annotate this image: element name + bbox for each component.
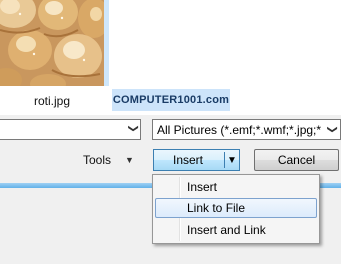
selection-highlight-edge [104,0,109,86]
insert-split-button[interactable]: Insert ▼ [153,149,240,171]
chevron-down-icon[interactable]: ❯ [326,123,338,134]
menu-item-label: Link to File [187,201,246,215]
insert-button[interactable]: Insert [154,150,222,170]
menu-item-label: Insert [187,180,218,194]
menu-item-insert-and-link[interactable]: Insert and Link [155,220,317,240]
file-name-combobox[interactable]: ❯ [0,119,141,140]
dropdown-caret-icon: ▼ [125,155,134,165]
bread-rolls-image [0,0,104,86]
thumbnail-filename[interactable]: roti.jpg [0,94,104,108]
watermark-label: COMPUTER1001.com [112,89,230,111]
file-thumbnail[interactable] [0,0,104,86]
file-type-filter-value: All Pictures (*.emf;*.wmf;*.jpg;* [157,123,322,137]
menu-item-label: Insert and Link [187,223,266,237]
menu-item-link-to-file[interactable]: Link to File [155,198,317,218]
chevron-down-icon[interactable]: ❯ [127,124,138,132]
tools-menu-button[interactable]: Tools ▼ [83,151,134,169]
file-type-filter[interactable]: All Pictures (*.emf;*.wmf;*.jpg;* ❯ [152,119,341,140]
insert-options-menu: Insert Link to File Insert and Link [152,174,320,244]
tools-label: Tools [83,153,112,167]
insert-dropdown-arrow-icon[interactable]: ▼ [225,150,239,170]
insert-button-label: Insert [172,153,203,167]
cancel-button[interactable]: Cancel [254,149,339,171]
cancel-button-label: Cancel [277,153,316,167]
menu-item-insert[interactable]: Insert [155,177,317,197]
file-list-pane[interactable]: roti.jpg COMPUTER1001.com [0,0,341,115]
